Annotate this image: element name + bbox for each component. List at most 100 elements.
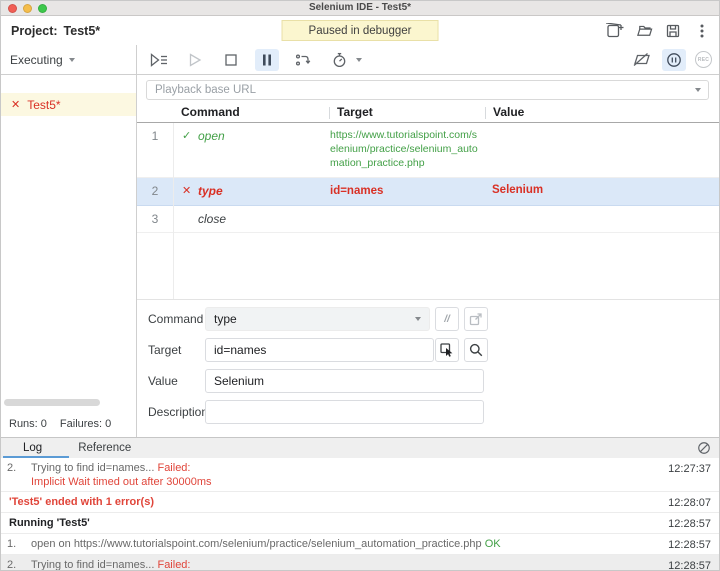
sidebar-scrollbar[interactable] <box>4 399 100 406</box>
row-number: 1 <box>151 129 159 143</box>
command-cell: open <box>198 129 225 143</box>
log-timestamp: 12:28:07 <box>668 497 711 509</box>
open-project-icon <box>636 25 652 36</box>
runs-count: Runs: 0 <box>9 418 47 430</box>
open-new-window-button[interactable] <box>464 307 488 331</box>
run-current-test-button[interactable] <box>183 49 207 71</box>
target-cell <box>330 206 486 218</box>
pause-icon <box>263 54 271 65</box>
search-icon <box>469 343 483 357</box>
clear-log-button[interactable] <box>697 441 711 455</box>
disable-breakpoints-icon <box>633 53 650 66</box>
pause-button[interactable] <box>255 48 279 71</box>
table-row-open[interactable]: 1 ✓ open https://www.tutorialspoint.com/… <box>137 123 719 178</box>
command-select-value: type <box>214 312 237 326</box>
command-form: Command type // Target id=names Value Se… <box>137 299 719 437</box>
disable-breakpoints-button[interactable] <box>629 49 653 71</box>
value-field-label: Value <box>148 374 178 388</box>
pause-on-exceptions-button[interactable] <box>662 48 686 71</box>
tab-reference[interactable]: Reference <box>66 438 143 458</box>
failures-count: Failures: 0 <box>59 418 112 430</box>
test-state-label: Executing <box>10 52 63 67</box>
log-timestamp: 12:27:37 <box>668 463 711 475</box>
test-editor: Command Target Value 1 ✓ open https://ww… <box>137 75 719 437</box>
sidebar-item-test5[interactable]: ✕ Test5* <box>1 93 136 116</box>
log-timestamp: 12:28:57 <box>668 539 711 551</box>
play-icon <box>189 52 201 67</box>
step-over-button[interactable] <box>291 49 315 71</box>
toggle-comment-button[interactable]: // <box>435 307 459 331</box>
log-entry: 'Test5' ended with 1 error(s) 12:28:07 <box>1 492 719 513</box>
playback-base-url-input[interactable] <box>146 80 709 100</box>
test-name: Test5* <box>27 97 61 112</box>
log-timestamp: 12:28:57 <box>668 560 711 571</box>
value-cell <box>486 123 719 135</box>
chevron-down-icon <box>68 57 75 62</box>
new-project-icon <box>606 22 624 37</box>
column-divider <box>485 107 486 119</box>
test-stats: Runs: 0 Failures: 0 <box>9 418 111 430</box>
table-row-close[interactable]: 3 close <box>137 206 719 233</box>
test-speed-button[interactable] <box>327 49 351 71</box>
log-text: Trying to find id=names... <box>31 559 155 571</box>
log-entries: 2. Trying to find id=names... Failed: Imp… <box>1 458 719 571</box>
tab-log[interactable]: Log <box>11 438 54 458</box>
target-cell: https://www.tutorialspoint.com/selenium/… <box>330 129 478 169</box>
log-step-number: 2. <box>7 559 17 571</box>
check-icon: ✓ <box>182 130 192 142</box>
column-header-command: Command <box>181 105 240 119</box>
open-new-window-icon <box>469 313 482 326</box>
log-tabbar: Log Reference <box>1 437 719 458</box>
playback-url-caret-icon[interactable] <box>695 88 701 92</box>
run-all-tests-button[interactable] <box>147 49 171 71</box>
open-project-button[interactable] <box>635 22 653 40</box>
select-target-icon <box>440 343 453 357</box>
log-entry: 2.Trying to find id=names... Failed: Imp… <box>1 458 719 492</box>
save-project-icon <box>666 24 680 37</box>
selenium-ide-window: Selenium IDE - Test5* Project: Test5* Pa… <box>0 0 720 571</box>
log-text: open on https://www.tutorialspoint.com/s… <box>31 538 482 550</box>
test-state-dropdown[interactable]: Executing <box>1 45 137 74</box>
description-input[interactable] <box>205 400 484 424</box>
speed-caret-icon[interactable] <box>356 57 362 62</box>
more-menu-icon <box>700 24 704 37</box>
log-entry: 2.Trying to find id=names... Failed: Imp… <box>1 555 719 571</box>
command-select[interactable]: type <box>205 307 430 331</box>
cross-icon: ✕ <box>182 184 192 197</box>
row-number-column-divider <box>173 123 174 299</box>
row-number: 2 <box>151 183 159 198</box>
value-input[interactable] <box>205 369 484 393</box>
pause-on-exceptions-icon <box>667 52 681 67</box>
stop-icon <box>225 53 237 66</box>
project-name: Test5* <box>63 23 101 38</box>
toolbar: Executing REC <box>1 45 719 75</box>
value-cell <box>486 206 719 218</box>
log-text: 'Test5' ended with 1 error(s) <box>9 496 155 508</box>
more-menu-button[interactable] <box>693 22 711 40</box>
log-text: Trying to find id=names... <box>31 462 155 474</box>
select-target-button[interactable] <box>435 338 459 362</box>
tests-sidebar: ✕ Test5* Runs: 0 Failures: 0 <box>1 75 137 437</box>
test-failed-icon: ✕ <box>11 99 21 111</box>
step-over-icon <box>295 53 311 66</box>
project-bar: Project: Test5* Paused in debugger <box>1 16 719 45</box>
command-field-label: Command <box>148 312 204 326</box>
find-target-button[interactable] <box>464 338 488 362</box>
record-label: REC <box>697 56 710 63</box>
save-project-button[interactable] <box>664 22 682 40</box>
description-field-label: Description <box>148 405 209 419</box>
stop-button[interactable] <box>219 49 243 71</box>
log-error-detail: Implicit Wait timed out after 30000ms <box>31 476 212 488</box>
log-panel: Log Reference 2. Trying to find id=names.… <box>1 437 719 571</box>
log-entry: Running 'Test5' 12:28:57 <box>1 513 719 534</box>
row-number: 3 <box>151 211 159 226</box>
target-input[interactable] <box>205 338 434 362</box>
record-button[interactable]: REC <box>695 51 712 68</box>
table-row-type-selected[interactable]: 2 ✕ type id=names Selenium <box>137 177 719 206</box>
active-tab-underline <box>3 456 69 458</box>
value-cell: Selenium <box>492 183 544 196</box>
new-project-button[interactable] <box>606 22 624 40</box>
command-cell: close <box>198 211 227 226</box>
column-header-value: Value <box>493 105 525 119</box>
log-timestamp: 12:28:57 <box>668 518 711 530</box>
